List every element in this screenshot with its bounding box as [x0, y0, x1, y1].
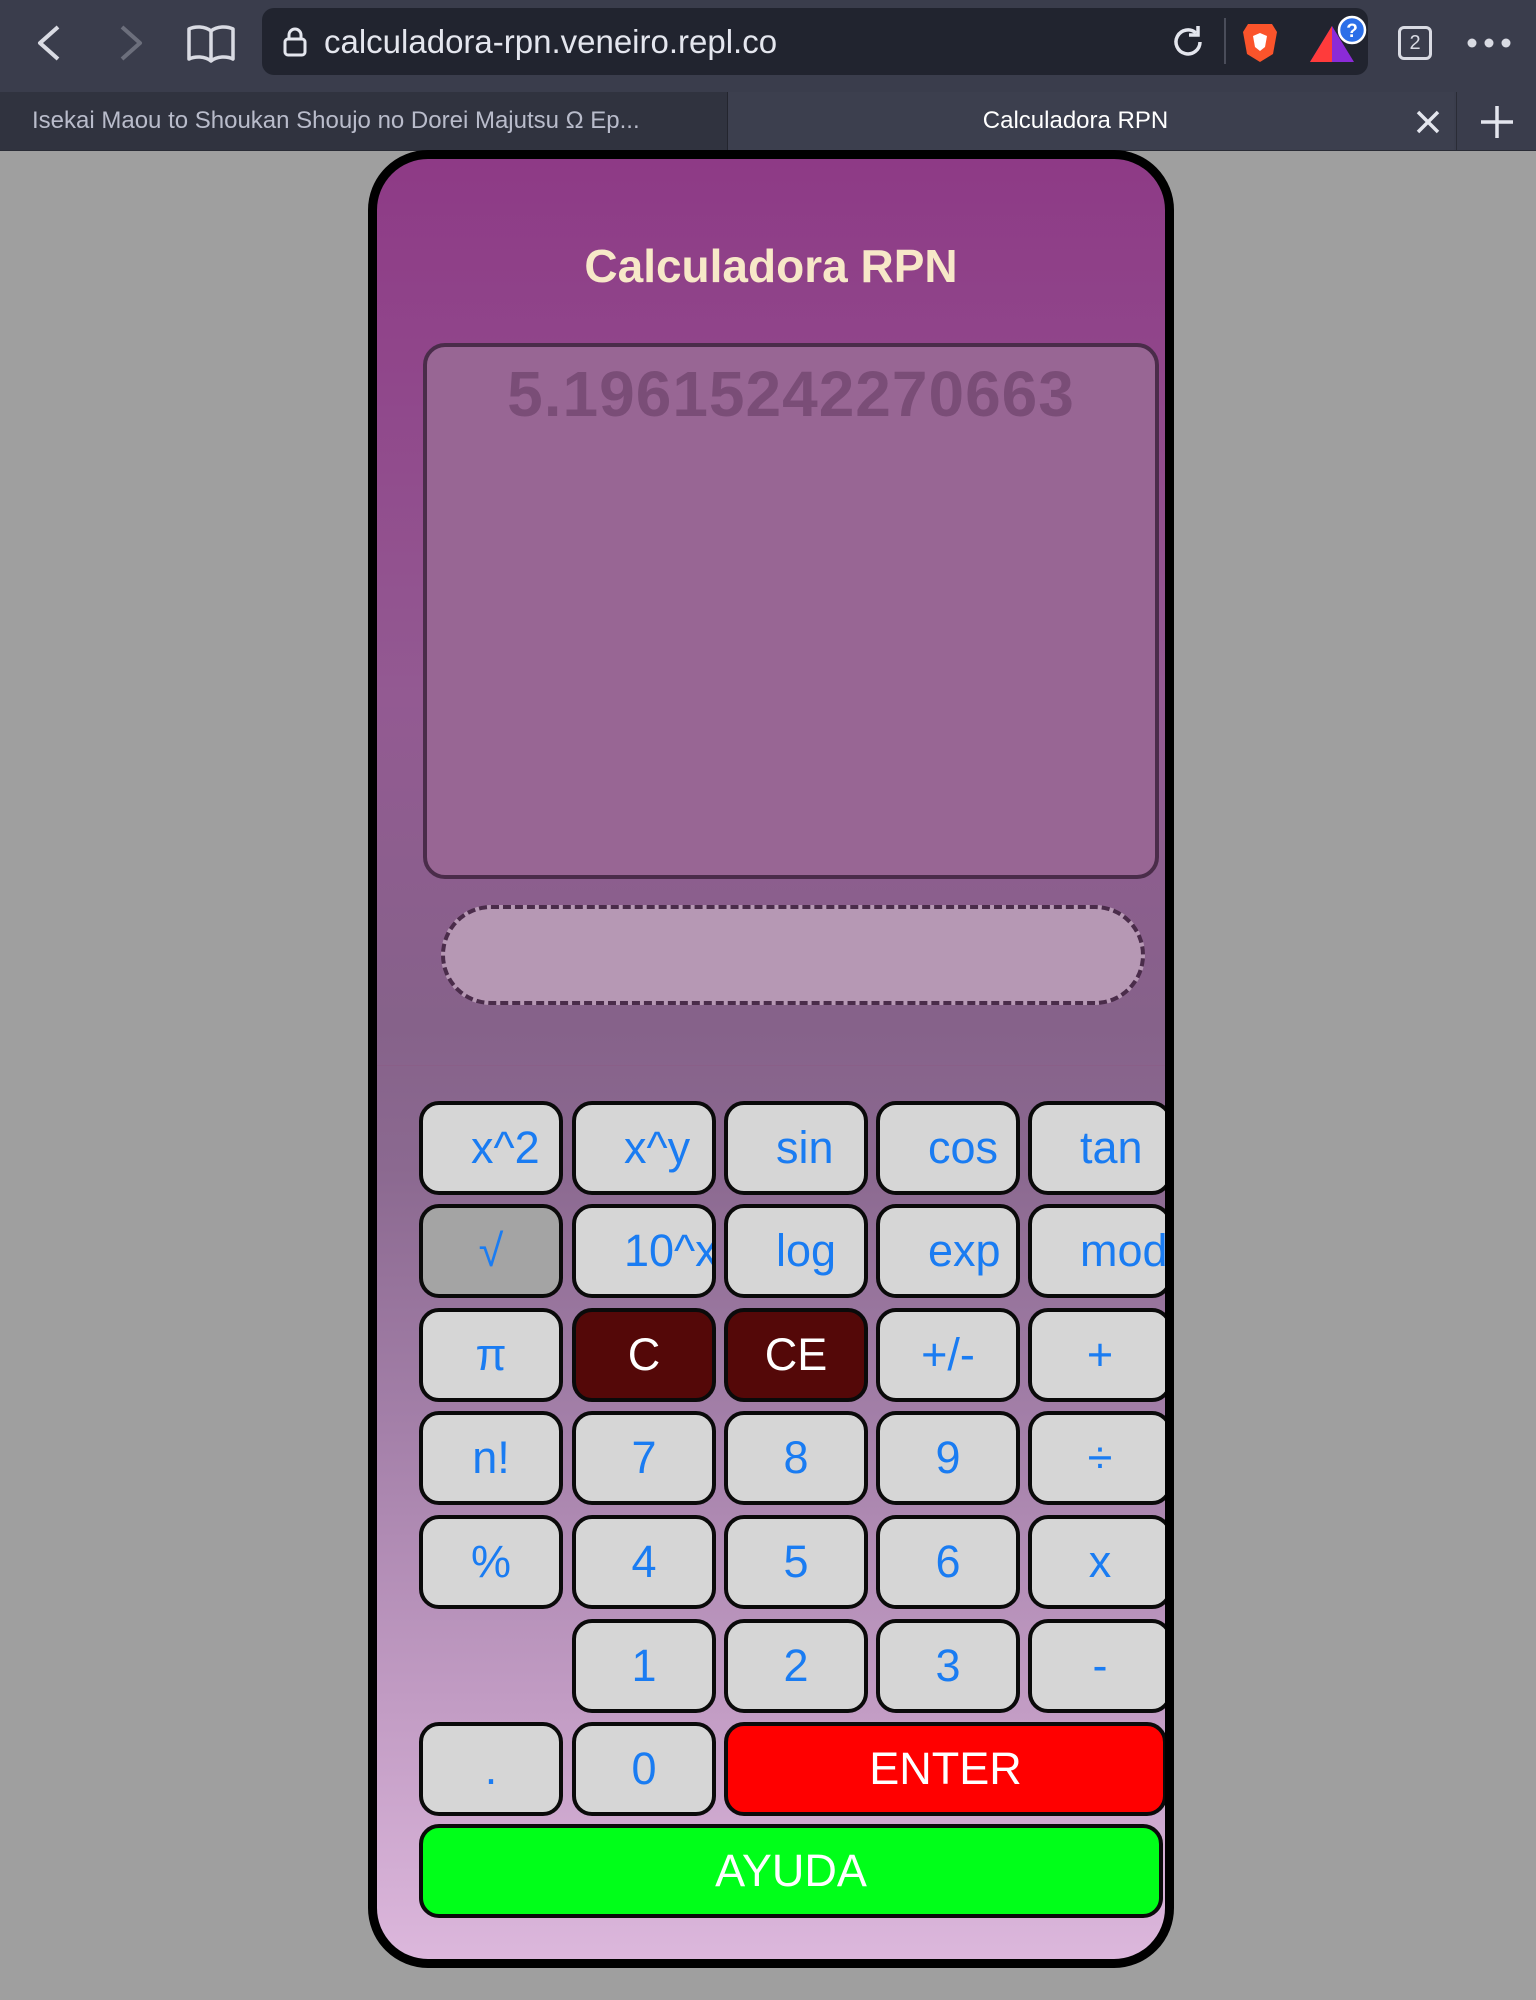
separator	[1224, 18, 1226, 64]
browser-toolbar: calculadora-rpn.veneiro.repl.co ? 2	[0, 0, 1536, 92]
tab-calculadora[interactable]: Calculadora RPN	[728, 92, 1454, 150]
reload-icon[interactable]	[1168, 22, 1208, 62]
key-3[interactable]: 3	[876, 1619, 1020, 1713]
key-log[interactable]: log	[724, 1204, 868, 1298]
key-6[interactable]: 6	[876, 1515, 1020, 1609]
key-add[interactable]: +	[1028, 1308, 1165, 1402]
key-5[interactable]: 5	[724, 1515, 868, 1609]
tab-label: Isekai Maou to Shoukan Shoujo no Dorei M…	[32, 107, 640, 134]
key-sqrt[interactable]: √	[419, 1204, 563, 1298]
key-tan[interactable]: tan	[1028, 1101, 1165, 1195]
key-4[interactable]: 4	[572, 1515, 716, 1609]
tab-count: 2	[1398, 26, 1432, 60]
key-clear[interactable]: C	[572, 1308, 716, 1402]
new-tab-button[interactable]	[1456, 92, 1536, 150]
plus-icon	[1481, 106, 1513, 138]
calculator: Calculadora RPN 5.19615242270663 x^2 x^y…	[368, 150, 1174, 1968]
key-square[interactable]: x^2	[419, 1101, 563, 1195]
key-7[interactable]: 7	[572, 1411, 716, 1505]
url-text: calculadora-rpn.veneiro.repl.co	[324, 23, 778, 60]
key-negate[interactable]: +/-	[876, 1308, 1020, 1402]
key-1[interactable]: 1	[572, 1619, 716, 1713]
stack-display: 5.19615242270663	[423, 343, 1159, 879]
tabs-button[interactable]: 2	[1388, 18, 1442, 68]
address-bar[interactable]: calculadora-rpn.veneiro.repl.co ?	[262, 8, 1368, 75]
key-pi[interactable]: π	[419, 1308, 563, 1402]
help-button[interactable]: AYUDA	[419, 1824, 1163, 1918]
bookmarks-icon[interactable]	[182, 18, 240, 68]
key-clear-entry[interactable]: CE	[724, 1308, 868, 1402]
tab-bar: Isekai Maou to Shoukan Shoujo no Dorei M…	[0, 92, 1536, 151]
brave-shields-icon[interactable]	[1240, 20, 1280, 64]
key-subtract[interactable]: -	[1028, 1619, 1165, 1713]
key-decimal[interactable]: .	[419, 1722, 563, 1816]
key-8[interactable]: 8	[724, 1411, 868, 1505]
key-multiply[interactable]: x	[1028, 1515, 1165, 1609]
key-exp[interactable]: exp	[876, 1204, 1020, 1298]
key-power[interactable]: x^y	[572, 1101, 716, 1195]
key-2[interactable]: 2	[724, 1619, 868, 1713]
enter-button[interactable]: ENTER	[724, 1722, 1165, 1816]
key-0[interactable]: 0	[572, 1722, 716, 1816]
forward-icon[interactable]	[104, 18, 158, 68]
calculator-title: Calculadora RPN	[584, 240, 958, 292]
back-icon[interactable]	[22, 18, 76, 68]
key-percent[interactable]: %	[419, 1515, 563, 1609]
number-input[interactable]	[441, 905, 1145, 1005]
close-tab-icon[interactable]	[1408, 102, 1448, 142]
more-menu-icon[interactable]	[1462, 18, 1516, 68]
key-factorial[interactable]: n!	[419, 1411, 563, 1505]
key-sin[interactable]: sin	[724, 1101, 868, 1195]
key-ten-power[interactable]: 10^x	[572, 1204, 716, 1298]
key-divide[interactable]: ÷	[1028, 1411, 1165, 1505]
svg-text:?: ?	[1346, 21, 1358, 42]
tab-label: Calculadora RPN	[982, 107, 1169, 134]
brave-rewards-icon[interactable]: ?	[1306, 14, 1368, 68]
keypad-divider	[377, 1065, 1165, 1066]
lock-icon	[283, 27, 307, 57]
tab-isekai[interactable]: Isekai Maou to Shoukan Shoujo no Dorei M…	[0, 92, 728, 150]
key-cos[interactable]: cos	[876, 1101, 1020, 1195]
key-9[interactable]: 9	[876, 1411, 1020, 1505]
key-mod[interactable]: mod	[1028, 1204, 1165, 1298]
display-value: 5.19615242270663	[507, 358, 1075, 430]
